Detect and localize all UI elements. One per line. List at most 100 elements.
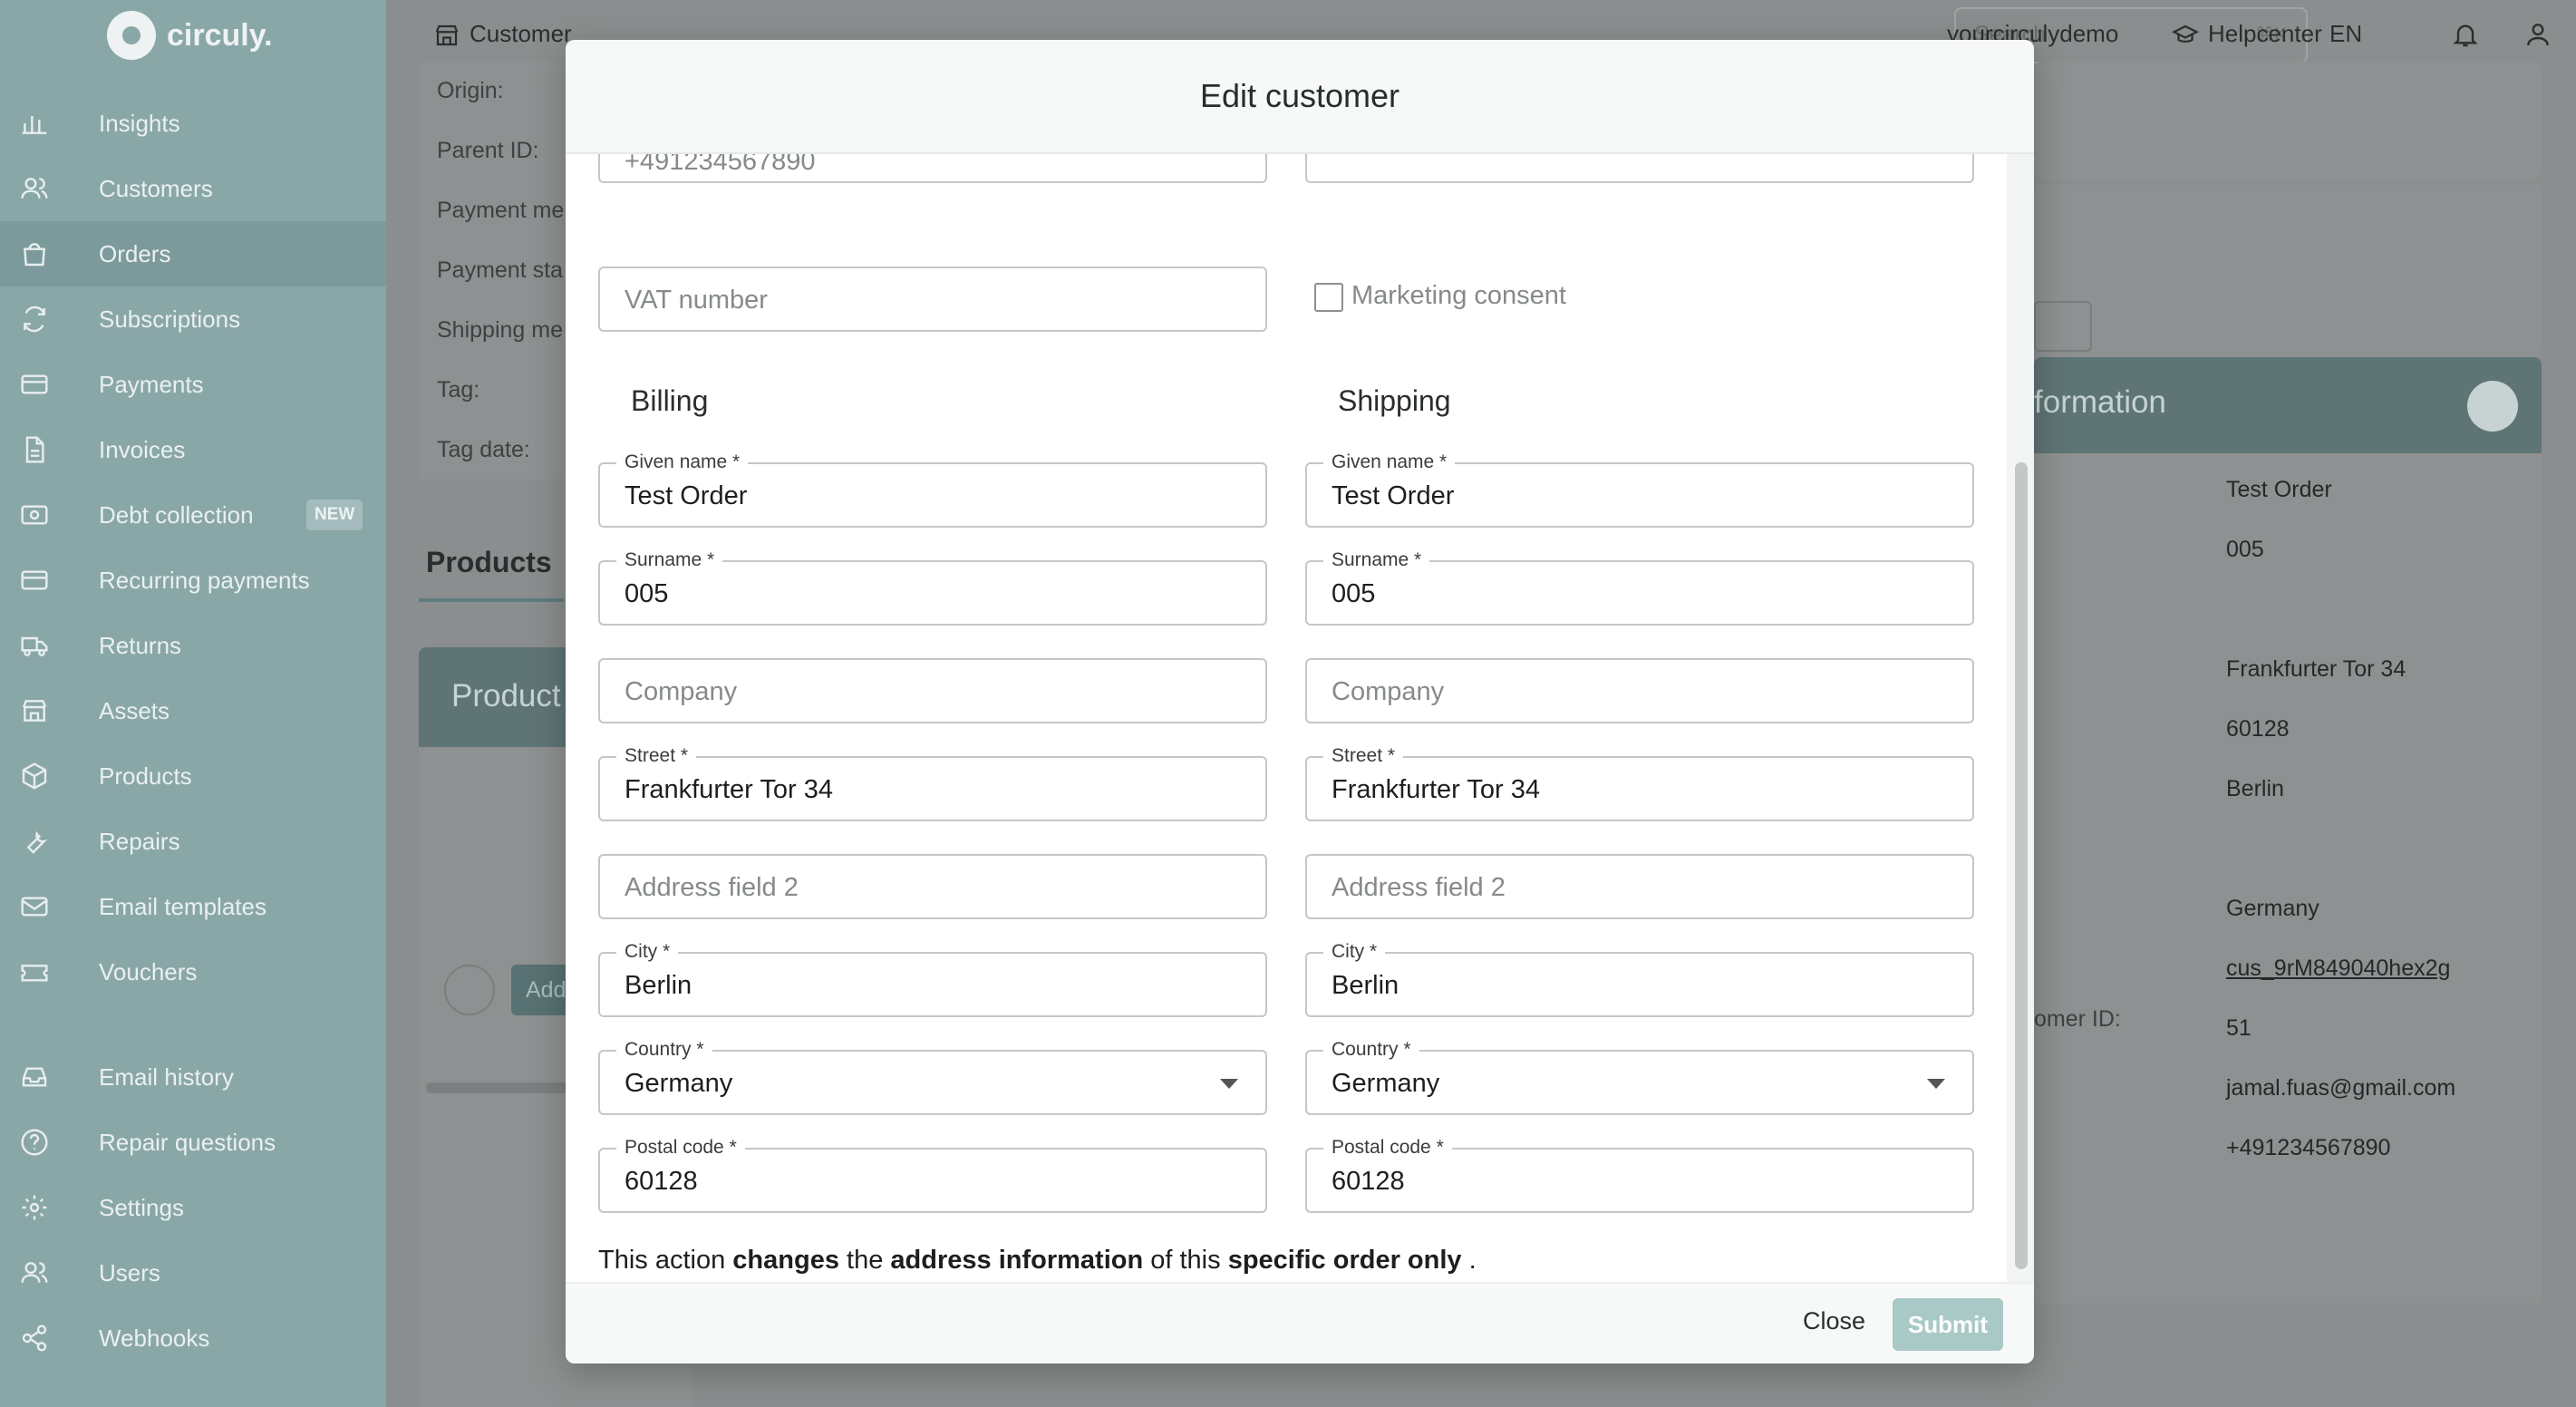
- detail-label: Shipping me: [437, 317, 563, 343]
- billing-address2-field[interactable]: Address field 2: [598, 854, 1267, 919]
- email-field[interactable]: [1305, 154, 1974, 183]
- field-placeholder: Company: [1332, 677, 1445, 706]
- field-placeholder: Address field 2: [625, 873, 799, 902]
- shipping-postal-code-field[interactable]: Postal code * 60128: [1305, 1137, 1974, 1213]
- vat-number-field[interactable]: VAT number: [598, 267, 1267, 332]
- billing-surname-field[interactable]: Surname * 005: [598, 549, 1267, 626]
- sidebar-item-repair-questions[interactable]: Repair questions: [0, 1110, 386, 1175]
- sidebar-item-orders[interactable]: Orders: [0, 221, 386, 286]
- billing-postal-code-field[interactable]: Postal code * 60128: [598, 1137, 1267, 1213]
- sidebar-item-repairs[interactable]: Repairs: [0, 809, 386, 874]
- info-value: Germany: [2226, 896, 2319, 921]
- users-icon: [20, 1258, 49, 1287]
- refresh-icon: [20, 305, 49, 334]
- dropdown-arrow-icon: [1927, 1079, 1945, 1089]
- shipping-surname-field[interactable]: Surname * 005: [1305, 549, 1974, 626]
- breadcrumb[interactable]: Customer: [470, 20, 572, 48]
- top-right-card: [2034, 62, 2542, 180]
- billing-heading: Billing: [631, 384, 709, 417]
- info-value: Berlin: [2226, 776, 2284, 801]
- field-label: Surname *: [1323, 549, 1430, 571]
- field-value: Berlin: [625, 971, 692, 1000]
- field-value: 60128: [1332, 1167, 1405, 1196]
- shipping-city-field[interactable]: City * Berlin: [1305, 941, 1974, 1017]
- sidebar-item-debt-collection[interactable]: Debt collection NEW: [0, 482, 386, 548]
- edit-pencil-icon[interactable]: [2467, 381, 2518, 432]
- money-icon: [20, 500, 49, 529]
- sidebar-item-users[interactable]: Users: [0, 1240, 386, 1305]
- bag-icon: [20, 239, 49, 268]
- gear-icon: [20, 1193, 49, 1222]
- info-value: 51: [2226, 1015, 2252, 1041]
- logo-mark-icon: [107, 11, 156, 60]
- marketing-consent-checkbox[interactable]: [1314, 283, 1343, 312]
- shipping-address2-field[interactable]: Address field 2: [1305, 854, 1974, 919]
- notice-emphasis: changes: [732, 1246, 839, 1275]
- user-icon[interactable]: [2523, 20, 2552, 49]
- address-change-notice: This action changes the address informat…: [598, 1246, 1477, 1276]
- sidebar-item-label: Returns: [99, 631, 182, 659]
- detail-label: Payment sta: [437, 257, 563, 283]
- sidebar-item-label: Users: [99, 1258, 160, 1286]
- customer-info-title: formation: [2034, 384, 2166, 420]
- sidebar-item-label: Settings: [99, 1193, 184, 1221]
- sidebar-item-assets[interactable]: Assets: [0, 678, 386, 743]
- billing-company-field[interactable]: Company: [598, 658, 1267, 723]
- sidebar-item-settings[interactable]: Settings: [0, 1175, 386, 1240]
- shipping-street-field[interactable]: Street * Frankfurter Tor 34: [1305, 745, 1974, 821]
- billing-given-name-field[interactable]: Given name * Test Order: [598, 451, 1267, 528]
- sidebar-item-invoices[interactable]: Invoices: [0, 417, 386, 482]
- field-label: Street *: [616, 745, 697, 767]
- sidebar-item-customers[interactable]: Customers: [0, 156, 386, 221]
- sidebar-item-products[interactable]: Products: [0, 743, 386, 809]
- sidebar-item-payments[interactable]: Payments: [0, 352, 386, 417]
- customer-info-header: formation: [2034, 357, 2542, 453]
- shipping-company-field[interactable]: Company: [1305, 658, 1974, 723]
- sidebar-item-returns[interactable]: Returns: [0, 613, 386, 678]
- info-value: 60128: [2226, 716, 2290, 742]
- products-header-title: Product: [451, 678, 561, 713]
- language-switch[interactable]: EN: [2329, 20, 2362, 48]
- close-button[interactable]: Close: [1803, 1307, 1865, 1335]
- brand-logo[interactable]: circuly.: [107, 11, 273, 60]
- sidebar-item-insights[interactable]: Insights: [0, 91, 386, 156]
- billing-street-field[interactable]: Street * Frankfurter Tor 34: [598, 745, 1267, 821]
- billing-country-select[interactable]: Country * Germany: [598, 1039, 1267, 1115]
- field-value: 005: [625, 579, 669, 608]
- dialog-scrollbar-thumb[interactable]: [2015, 462, 2028, 1269]
- sidebar-item-label: Subscriptions: [99, 305, 241, 333]
- sidebar-item-recurring-payments[interactable]: Recurring payments: [0, 548, 386, 613]
- billing-city-field[interactable]: City * Berlin: [598, 941, 1267, 1017]
- question-icon: [20, 1128, 49, 1157]
- sidebar-item-label: Products: [99, 762, 192, 790]
- edit-customer-dialog: Edit customer +491234567890 VAT number M…: [566, 40, 2034, 1363]
- info-value: Test Order: [2226, 477, 2332, 502]
- field-value: Test Order: [625, 481, 748, 510]
- sidebar-item-webhooks[interactable]: Webhooks: [0, 1305, 386, 1371]
- field-label: Country *: [616, 1039, 712, 1061]
- tab-products[interactable]: Products: [426, 546, 552, 579]
- field-label: City *: [616, 941, 679, 963]
- submit-button[interactable]: Submit: [1893, 1298, 2003, 1351]
- sidebar-item-label: Payments: [99, 370, 204, 398]
- shipping-given-name-field[interactable]: Given name * Test Order: [1305, 451, 1974, 528]
- phone-placeholder: +491234567890: [625, 154, 816, 176]
- sidebar-item-label: Insights: [99, 109, 180, 137]
- phone-field[interactable]: +491234567890: [598, 154, 1267, 183]
- bell-icon[interactable]: [2451, 20, 2480, 49]
- sidebar-item-label: Vouchers: [99, 957, 198, 985]
- sidebar-item-subscriptions[interactable]: Subscriptions: [0, 286, 386, 352]
- sidebar-item-email-history[interactable]: Email history: [0, 1044, 386, 1110]
- customer-id-link[interactable]: cus_9rM849040hex2g: [2226, 956, 2450, 982]
- shipping-country-select[interactable]: Country * Germany: [1305, 1039, 1974, 1115]
- sidebar-item-vouchers[interactable]: Vouchers: [0, 939, 386, 1004]
- sidebar-item-label: Repairs: [99, 827, 180, 855]
- notice-text: This action: [598, 1246, 733, 1275]
- vat-placeholder: VAT number: [625, 286, 768, 315]
- detail-label: Parent ID:: [437, 138, 539, 163]
- sidebar-item-email-templates[interactable]: Email templates: [0, 874, 386, 939]
- action-button[interactable]: [2034, 301, 2092, 352]
- helpcenter-link[interactable]: Helpcenter: [2208, 20, 2322, 48]
- more-icon[interactable]: [444, 965, 495, 1015]
- sidebar-item-label: Customers: [99, 174, 213, 202]
